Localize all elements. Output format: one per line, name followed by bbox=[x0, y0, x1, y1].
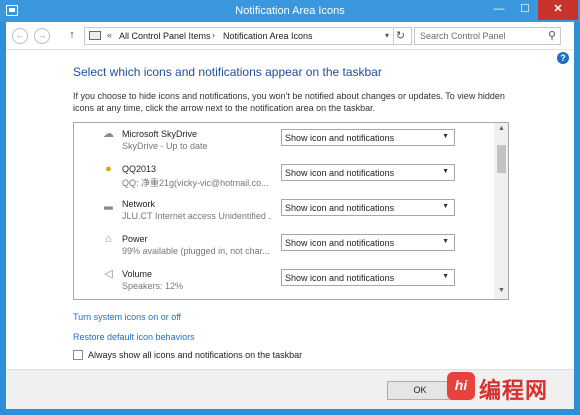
item-name: QQ2013 bbox=[122, 164, 157, 174]
breadcrumb-all-items[interactable]: All Control Panel Items bbox=[119, 31, 211, 41]
restore-defaults-link[interactable]: Restore default icon behaviors bbox=[73, 332, 195, 342]
behavior-select[interactable]: Show icon and notifications ▼ bbox=[281, 234, 455, 251]
watermark-text: 编程网 bbox=[479, 378, 549, 403]
search-icon[interactable]: ⚲ bbox=[548, 29, 556, 42]
behavior-select[interactable]: Show icon and notifications ▼ bbox=[281, 269, 455, 286]
item-name: Network bbox=[122, 199, 156, 209]
behavior-select[interactable]: Show icon and notifications ▼ bbox=[281, 199, 455, 216]
chevron-down-icon: ▼ bbox=[442, 168, 449, 175]
item-name: Power bbox=[122, 234, 148, 244]
speaker-icon: ◁ bbox=[104, 268, 113, 280]
turn-system-icons-link[interactable]: Turn system icons on or off bbox=[73, 312, 181, 322]
chevron-down-icon: ▼ bbox=[442, 203, 449, 210]
up-arrow-icon[interactable]: ↑ bbox=[64, 28, 80, 44]
breadcrumb-current[interactable]: Notification Area Icons bbox=[223, 31, 313, 41]
ok-button[interactable]: OK bbox=[387, 381, 453, 400]
qq-penguin-icon: ● bbox=[105, 163, 112, 175]
forward-arrow-icon[interactable]: → bbox=[34, 28, 50, 44]
item-name: Microsoft SkyDrive bbox=[122, 129, 198, 139]
search-placeholder: Search Control Panel bbox=[420, 31, 506, 41]
list-item: ● QQ2013 QQ: 净重21g(vicky-vic@hotmail.co.… bbox=[74, 160, 494, 194]
address-dropdown-icon[interactable]: ▾ bbox=[385, 31, 389, 40]
behavior-select[interactable]: Show icon and notifications ▼ bbox=[281, 129, 455, 146]
list-scrollbar[interactable]: ▲ ▼ bbox=[494, 123, 508, 299]
cloud-icon: ☁ bbox=[103, 128, 114, 140]
close-button[interactable]: ✕ bbox=[538, 0, 578, 20]
breadcrumb-separator-icon[interactable]: › bbox=[212, 30, 215, 40]
item-name: Volume bbox=[122, 269, 153, 279]
list-item: ◁ Volume Speakers: 12% Show icon and not… bbox=[74, 265, 494, 299]
list-item: ⌂ Power 99% available (plugged in, not c… bbox=[74, 230, 494, 264]
behavior-select[interactable]: Show icon and notifications ▼ bbox=[281, 164, 455, 181]
page-title: Select which icons and notifications app… bbox=[73, 65, 382, 79]
chevron-down-icon: ▼ bbox=[442, 273, 449, 280]
help-icon[interactable]: ? bbox=[557, 52, 569, 64]
behavior-value: Show icon and notifications bbox=[285, 168, 395, 178]
list-item: ☁ Microsoft SkyDrive SkyDrive - Up to da… bbox=[74, 125, 494, 159]
address-toolbar: ← → ↑ « All Control Panel Items › Notifi… bbox=[6, 22, 574, 50]
window-content: ← → ↑ « All Control Panel Items › Notifi… bbox=[6, 22, 574, 409]
control-panel-small-icon bbox=[89, 31, 101, 40]
list-item: ▂ Network JLU.CT Internet access Unident… bbox=[74, 195, 494, 229]
scroll-thumb[interactable] bbox=[497, 145, 506, 173]
search-input[interactable]: Search Control Panel ⚲ bbox=[414, 27, 561, 45]
always-show-label[interactable]: Always show all icons and notifications … bbox=[88, 350, 302, 360]
title-bar[interactable]: Notification Area Icons — ☐ ✕ bbox=[0, 0, 580, 22]
behavior-value: Show icon and notifications bbox=[285, 133, 395, 143]
refresh-icon[interactable]: ↻ bbox=[390, 27, 412, 45]
minimize-button[interactable]: — bbox=[486, 0, 512, 20]
scroll-down-icon[interactable]: ▼ bbox=[494, 287, 508, 294]
address-bar[interactable]: « All Control Panel Items › Notification… bbox=[84, 27, 394, 45]
chevron-down-icon: ▼ bbox=[442, 133, 449, 140]
scroll-up-icon[interactable]: ▲ bbox=[494, 125, 508, 132]
watermark-logo: hi 编程网 bbox=[447, 370, 571, 404]
page-description: If you choose to hide icons and notifica… bbox=[73, 91, 505, 113]
breadcrumb-overflow-icon[interactable]: « bbox=[107, 30, 112, 40]
maximize-button[interactable]: ☐ bbox=[512, 0, 538, 20]
item-detail: 99% available (plugged in, not char... bbox=[122, 246, 270, 256]
network-signal-icon: ▂ bbox=[104, 198, 113, 210]
item-detail: QQ: 净重21g(vicky-vic@hotmail.co... bbox=[122, 178, 269, 188]
behavior-value: Show icon and notifications bbox=[285, 238, 395, 248]
behavior-value: Show icon and notifications bbox=[285, 273, 395, 283]
item-detail: JLU.CT Internet access Unidentified ... bbox=[122, 211, 272, 221]
icon-list[interactable]: ☁ Microsoft SkyDrive SkyDrive - Up to da… bbox=[73, 122, 509, 300]
chevron-down-icon: ▼ bbox=[442, 238, 449, 245]
back-arrow-icon[interactable]: ← bbox=[12, 28, 28, 44]
item-detail: Speakers: 12% bbox=[122, 281, 184, 291]
power-plug-icon: ⌂ bbox=[105, 233, 112, 245]
window-frame: Notification Area Icons — ☐ ✕ ← → ↑ « Al… bbox=[0, 0, 580, 415]
always-show-checkbox[interactable] bbox=[73, 350, 83, 360]
watermark-badge: hi bbox=[447, 372, 475, 400]
behavior-value: Show icon and notifications bbox=[285, 203, 395, 213]
item-detail: SkyDrive - Up to date bbox=[122, 141, 208, 151]
